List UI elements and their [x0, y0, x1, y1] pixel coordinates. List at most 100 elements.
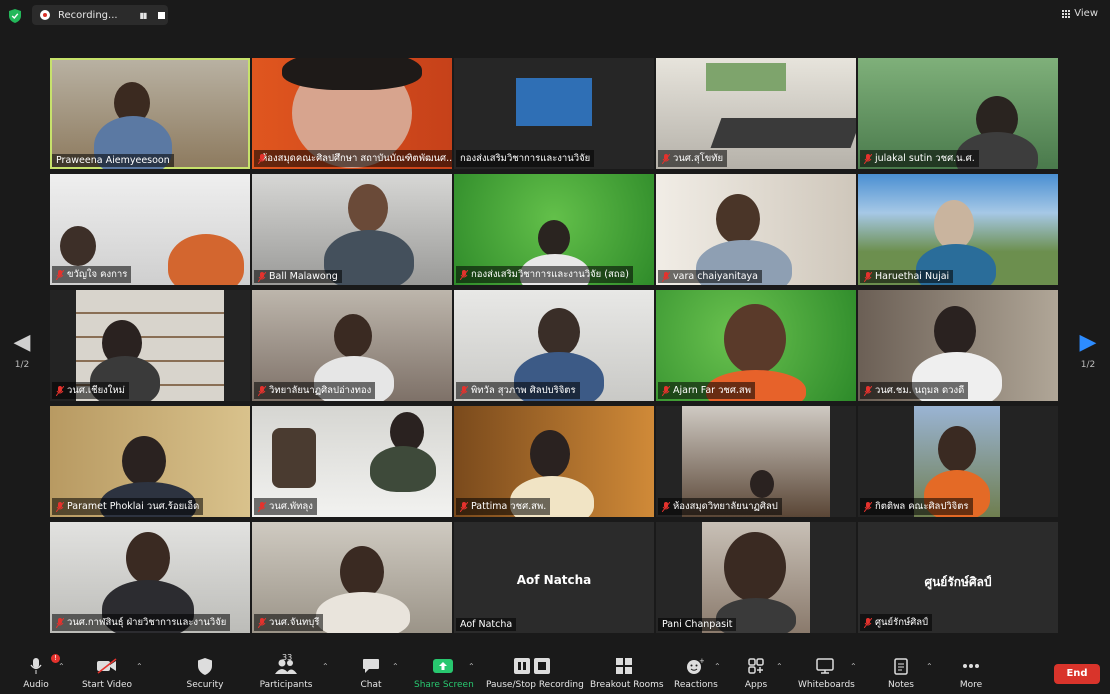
video-tile[interactable]: ขวัญใจ คงการ — [50, 174, 250, 285]
participant-name: Haruethai Nujai — [860, 270, 954, 283]
participant-name-label: ศูนย์รักษ์ศิลป์ — [875, 617, 929, 628]
more-button[interactable]: More — [956, 656, 986, 690]
end-meeting-button[interactable]: End — [1054, 664, 1100, 684]
video-tile[interactable]: วนศ.พัทลุง — [252, 406, 452, 517]
video-tile[interactable]: Pattima วชศ.สพ. — [454, 406, 654, 517]
participants-count: 33 — [282, 653, 293, 662]
muted-mic-icon — [460, 385, 468, 396]
video-tile[interactable]: กองส่งเสริมวิชาการและงานวิจัย (สถอ) — [454, 174, 654, 285]
reactions-button[interactable]: + Reactions — [674, 656, 718, 690]
participant-name: vara chaiyanitaya — [658, 270, 762, 283]
next-page-button[interactable]: ▶ 1/2 — [1076, 332, 1100, 371]
notes-label: Notes — [888, 680, 914, 690]
security-button[interactable]: Security — [184, 656, 226, 690]
participant-name: วนศ.เชียงใหม่ — [52, 382, 129, 399]
video-tile[interactable]: Praweena Aiemyeesoon — [50, 58, 250, 169]
muted-mic-icon — [258, 617, 266, 628]
video-tile[interactable]: Haruethai Nujai — [858, 174, 1058, 285]
video-tile[interactable]: วนศ.กาฬสินธุ์ ฝ่ายวิชาการและงานวิจัย — [50, 522, 250, 633]
video-tile[interactable]: Aof Natcha Aof Natcha — [454, 522, 654, 633]
video-tile[interactable]: ห้องสมุดคณะศิลปศึกษา สถาบันบัณฑิตพัฒนศ..… — [252, 58, 452, 169]
notes-icon — [894, 657, 908, 675]
participant-name: Pattima วชศ.สพ. — [456, 498, 551, 515]
video-tile[interactable]: วนศ.ชม. นฤมล ดวงดี — [858, 290, 1058, 401]
participants-options-caret[interactable]: ⌃ — [322, 662, 329, 671]
apps-button[interactable]: Apps — [742, 656, 770, 690]
muted-mic-icon — [662, 501, 670, 512]
previous-page-button[interactable]: ◀ 1/2 — [10, 332, 34, 371]
video-tile[interactable]: Ajarn Far วชศ.สพ — [656, 290, 856, 401]
participant-name-label: Aof Natcha — [460, 619, 513, 630]
participant-display-name: Aof Natcha — [516, 573, 592, 588]
pause-stop-recording-button[interactable]: Pause/Stop Recording — [486, 656, 584, 690]
page-indicator-left: 1/2 — [14, 360, 30, 370]
video-options-caret[interactable]: ⌃ — [136, 662, 143, 671]
security-shield-icon[interactable] — [9, 9, 21, 23]
participant-name: ห้องสมุดวิทยาลัยนาฏศิลป — [658, 498, 782, 515]
whiteboards-button[interactable]: Whiteboards — [798, 656, 855, 690]
participant-name: Aof Natcha — [456, 618, 517, 631]
video-tile[interactable]: vara chaiyanitaya — [656, 174, 856, 285]
whiteboards-label: Whiteboards — [798, 680, 855, 690]
participant-name-label: วนศ.กาฬสินธุ์ ฝ่ายวิชาการและงานวิจัย — [67, 617, 227, 628]
participant-name: วนศ.สุโขทัย — [658, 150, 728, 167]
whiteboard-icon — [816, 658, 834, 674]
muted-mic-icon — [56, 501, 64, 512]
video-tile[interactable]: วนศ.เชียงใหม่ — [50, 290, 250, 401]
participant-name: Ajarn Far วชศ.สพ — [658, 382, 755, 399]
breakout-rooms-button[interactable]: Breakout Rooms — [590, 656, 664, 690]
reactions-icon: + — [687, 657, 704, 674]
video-tile[interactable]: กองส่งเสริมวิชาการและงานวิจัย — [454, 58, 654, 169]
participant-name-label: Pani Chanpasit — [662, 619, 733, 630]
view-button[interactable]: View — [1061, 8, 1098, 19]
participant-name: กิตติพล คณะศิลปวิจิตร — [860, 498, 973, 515]
participants-label: Participants — [259, 680, 313, 690]
audio-options-caret[interactable]: ⌃ — [58, 662, 65, 671]
video-gallery: Praweena Aiemyeesoon ห้องสมุดคณะศิลปศึกษ… — [50, 58, 1059, 634]
muted-mic-icon — [864, 271, 872, 282]
participant-display-name: ศูนย์รักษ์ศิลป์ — [924, 575, 992, 590]
notes-options-caret[interactable]: ⌃ — [926, 662, 933, 671]
apps-options-caret[interactable]: ⌃ — [776, 662, 783, 671]
muted-mic-icon — [56, 617, 64, 628]
participant-name: วนศ.ชม. นฤมล ดวงดี — [860, 382, 969, 399]
video-tile[interactable]: Paramet Phoklai วนศ.ร้อยเอ็ด — [50, 406, 250, 517]
start-video-button[interactable]: Start Video — [80, 656, 134, 690]
participants-button[interactable]: 33 Participants — [258, 653, 314, 690]
share-options-caret[interactable]: ⌃ — [468, 662, 475, 671]
audio-button[interactable]: ! Audio — [16, 654, 60, 690]
whiteboards-options-caret[interactable]: ⌃ — [850, 662, 857, 671]
video-tile[interactable]: พิทวัล สุวภาพ ศิลปบริจิตร — [454, 290, 654, 401]
notes-button[interactable]: Notes — [886, 656, 916, 690]
participant-name-label: Ball Malawong — [269, 271, 338, 282]
participant-name-label: วนศ.จันทบุรี — [269, 617, 320, 628]
participant-name-label: วนศ.เชียงใหม่ — [67, 385, 125, 396]
pause-recording-icon[interactable]: ▮▮ — [140, 11, 148, 20]
recording-control-label: Pause/Stop Recording — [486, 680, 584, 690]
stop-recording-icon[interactable] — [158, 11, 166, 19]
participant-name-label: ขวัญใจ คงการ — [67, 269, 128, 280]
reactions-options-caret[interactable]: ⌃ — [714, 662, 721, 671]
video-tile[interactable]: ศูนย์รักษ์ศิลป์ ศูนย์รักษ์ศิลป์ — [858, 522, 1058, 633]
pause-icon — [514, 658, 530, 674]
share-screen-button[interactable]: Share Screen — [414, 656, 474, 690]
participant-name: ห้องสมุดคณะศิลปศึกษา สถาบันบัณฑิตพัฒนศ..… — [254, 150, 452, 167]
audio-label: Audio — [23, 680, 49, 690]
video-tile[interactable]: วนศ.สุโขทัย — [656, 58, 856, 169]
chat-button[interactable]: Chat — [356, 656, 386, 690]
shield-icon — [198, 657, 212, 675]
reactions-label: Reactions — [674, 680, 718, 690]
video-tile[interactable]: วิทยาลัยนาฏศิลปอ่างทอง — [252, 290, 452, 401]
video-tile[interactable]: ห้องสมุดวิทยาลัยนาฏศิลป — [656, 406, 856, 517]
video-tile[interactable]: วนศ.จันทบุรี — [252, 522, 452, 633]
video-tile[interactable]: julakal sutin วชศ.น.ศ. — [858, 58, 1058, 169]
recording-indicator: Recording... ▮▮ — [32, 5, 168, 25]
video-tile[interactable]: Ball Malawong — [252, 174, 452, 285]
video-tile[interactable]: Pani Chanpasit — [656, 522, 856, 633]
video-tile[interactable]: กิตติพล คณะศิลปวิจิตร — [858, 406, 1058, 517]
muted-mic-icon — [258, 385, 266, 396]
muted-mic-icon — [460, 501, 468, 512]
page-indicator-right: 1/2 — [1080, 360, 1096, 370]
muted-mic-icon — [56, 269, 64, 280]
chat-options-caret[interactable]: ⌃ — [392, 662, 399, 671]
